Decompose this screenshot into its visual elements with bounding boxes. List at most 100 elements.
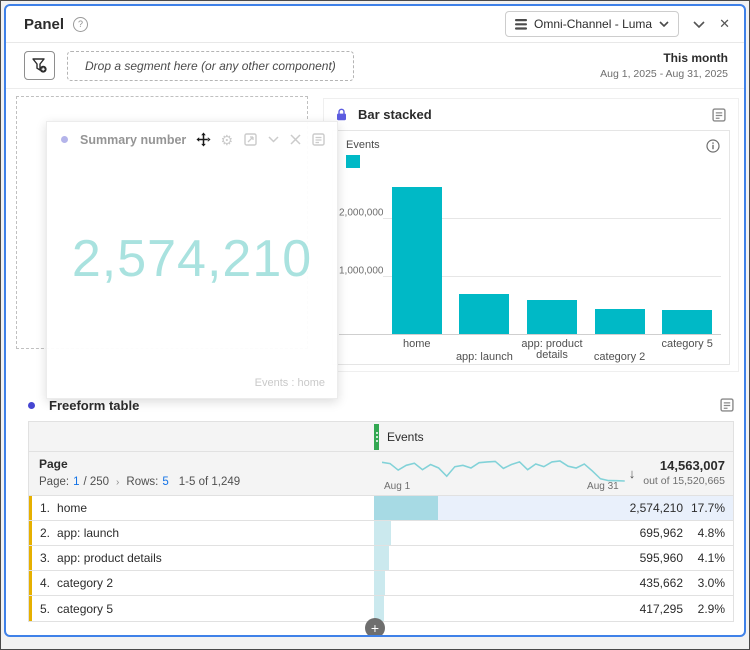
rows-range: 1-5 of 1,249 [178, 476, 241, 488]
row-percent: 4.1% [697, 551, 725, 565]
sparkline-end-label: Aug 31 [587, 481, 619, 492]
row-dimension-cell[interactable]: 2. app: launch [29, 521, 374, 545]
x-axis-labels: home app: launch app: product details categ… [383, 339, 721, 363]
data-source-dropdown[interactable]: Omni-Channel - Luma [505, 11, 680, 37]
panel-subheader: Drop a segment here (or any other compon… [6, 43, 744, 89]
x-axis-label: category 5 [661, 338, 713, 350]
workspace-page: { "panel": { "title": "Panel", "help_ico… [0, 0, 750, 650]
bars-container [383, 171, 721, 334]
row-metric-cell[interactable]: 435,662 3.0% [374, 571, 733, 595]
data-source-label: Omni-Channel - Luma [534, 17, 653, 31]
page-count: / 250 [83, 476, 110, 488]
page-label: Page: [39, 476, 70, 488]
row-metric-cell[interactable]: 695,962 4.8% [374, 521, 733, 545]
row-value: 595,960 [639, 551, 683, 565]
freeform-table: Events Page Page: 1 / 250 › Rows: 5 1-5 … [28, 421, 734, 622]
freeform-table-widget: Freeform table Events Page Page: 1 / 250… [28, 393, 734, 622]
bar-chart-area: Events 1,000,000 2,000,000 home app: launc… [332, 130, 730, 365]
row-dimension-cell[interactable]: 4. category 2 [29, 571, 374, 595]
segment-drop-placeholder: Drop a segment here (or any other compon… [85, 58, 336, 73]
table-row[interactable]: 3. app: product details 595,960 4.1% [29, 546, 733, 571]
segment-filter-button[interactable] [24, 51, 55, 80]
x-axis-label: app: product details [521, 338, 583, 361]
freeform-table-title: Freeform table [49, 397, 140, 413]
dimension-name: Page [39, 457, 68, 471]
column-drag-handle[interactable] [374, 423, 379, 450]
help-icon[interactable]: ? [73, 16, 89, 32]
row-name: category 5 [57, 601, 114, 616]
row-value-bar [374, 496, 438, 520]
row-metric-cell[interactable]: 2,574,210 17.7% [374, 496, 733, 520]
bar-stacked-header: Bar stacked [324, 99, 738, 130]
date-range-picker[interactable]: This month Aug 1, 2025 - Aug 31, 2025 [600, 50, 728, 80]
table-row[interactable]: 1. home 2,574,210 17.7% [29, 496, 733, 521]
bar[interactable] [459, 294, 510, 334]
bar[interactable] [594, 309, 645, 334]
annotation-icon[interactable] [712, 107, 726, 122]
table-row[interactable]: 4. category 2 435,662 3.0% [29, 571, 733, 596]
bar[interactable] [662, 310, 713, 334]
date-range-label: Aug 1, 2025 - Aug 31, 2025 [600, 67, 728, 80]
widget-color-dot [28, 401, 35, 409]
bar[interactable] [391, 187, 442, 334]
metric-column-header-cell[interactable]: Events [374, 422, 733, 451]
row-value-bar [374, 521, 392, 545]
row-rank: 2. [40, 526, 51, 540]
add-visualization-button[interactable]: + [365, 618, 385, 635]
panel-title: Panel [24, 15, 65, 33]
table-row[interactable]: 2. app: launch 695,962 4.8% [29, 521, 733, 546]
y-axis-tick-label: 2,000,000 [339, 207, 384, 219]
panel-header: Panel ? Omni-Channel - Luma ✕ [6, 6, 744, 43]
row-value: 2,574,210 [629, 501, 683, 515]
row-rank: 5. [40, 601, 51, 616]
row-percent: 4.8% [697, 526, 725, 540]
total-value: 14,563,007 [659, 458, 725, 474]
summary-number-caption: Events : home [254, 377, 325, 389]
x-axis-label: category 2 [593, 351, 646, 363]
row-name: category 2 [57, 576, 114, 590]
segment-drop-zone[interactable]: Drop a segment here (or any other compon… [67, 50, 354, 81]
dataset-icon [515, 18, 528, 30]
bar[interactable] [526, 300, 577, 334]
metric-column-label: Events [387, 429, 424, 444]
rows-label: Rows: [126, 476, 159, 488]
x-axis-label: app: launch [455, 351, 513, 363]
bar-plot: 1,000,000 2,000,000 [339, 171, 721, 335]
row-rank: 1. [40, 501, 51, 515]
row-name: app: launch [57, 526, 120, 540]
sparkline-block: Aug 1 Aug 31 [382, 454, 625, 493]
sparkline-start-label: Aug 1 [384, 481, 411, 492]
table-row[interactable]: 5. category 5 417,295 2.9% [29, 596, 733, 621]
row-dimension-cell[interactable]: 5. category 5 [29, 596, 374, 621]
row-value: 417,295 [639, 601, 683, 616]
summary-number-widget[interactable]: Summary number ⚙ 2,574,210 Events: home [46, 121, 338, 399]
row-rank: 4. [40, 576, 51, 590]
row-value: 695,962 [639, 526, 683, 540]
next-page-chevron-icon[interactable]: › [116, 477, 119, 488]
row-name: app: product details [57, 551, 162, 565]
total-out-of: out of 15,520,665 [643, 475, 725, 488]
workspace-panel: Panel ? Omni-Channel - Luma ✕ Drop a seg… [4, 4, 746, 637]
lock-icon [336, 108, 347, 121]
y-axis-tick-label: 1,000,000 [339, 265, 384, 277]
panel-canvas: Summary number ⚙ 2,574,210 Events: home… [6, 89, 744, 635]
chart-legend[interactable]: Events [346, 139, 380, 168]
row-dimension-cell[interactable]: 3. app: product details [29, 546, 374, 570]
row-rank: 3. [40, 551, 51, 565]
row-metric-cell[interactable]: 417,295 2.9% [374, 596, 733, 621]
row-value: 435,662 [639, 576, 683, 590]
row-metric-cell[interactable]: 595,960 4.1% [374, 546, 733, 570]
dimension-column-header-cell [29, 422, 374, 451]
row-dimension-cell[interactable]: 1. home [29, 496, 374, 520]
column-totals: 14,563,007 out of 15,520,665 [643, 454, 725, 493]
dimension-header-cell: Page Page: 1 / 250 › Rows: 5 1-5 of 1,24… [29, 452, 374, 495]
sort-descending-icon[interactable]: ↓ [625, 454, 644, 493]
current-page-link[interactable]: 1 [73, 476, 79, 488]
info-icon[interactable] [706, 139, 720, 153]
rows-per-page-link[interactable]: 5 [162, 476, 168, 488]
table-filter-row: Page Page: 1 / 250 › Rows: 5 1-5 of 1,24… [29, 452, 733, 496]
legend-swatch [346, 155, 360, 168]
close-panel-icon[interactable]: ✕ [719, 16, 730, 32]
collapse-panel-chevron-icon[interactable] [693, 20, 705, 28]
annotation-icon[interactable] [720, 398, 734, 412]
